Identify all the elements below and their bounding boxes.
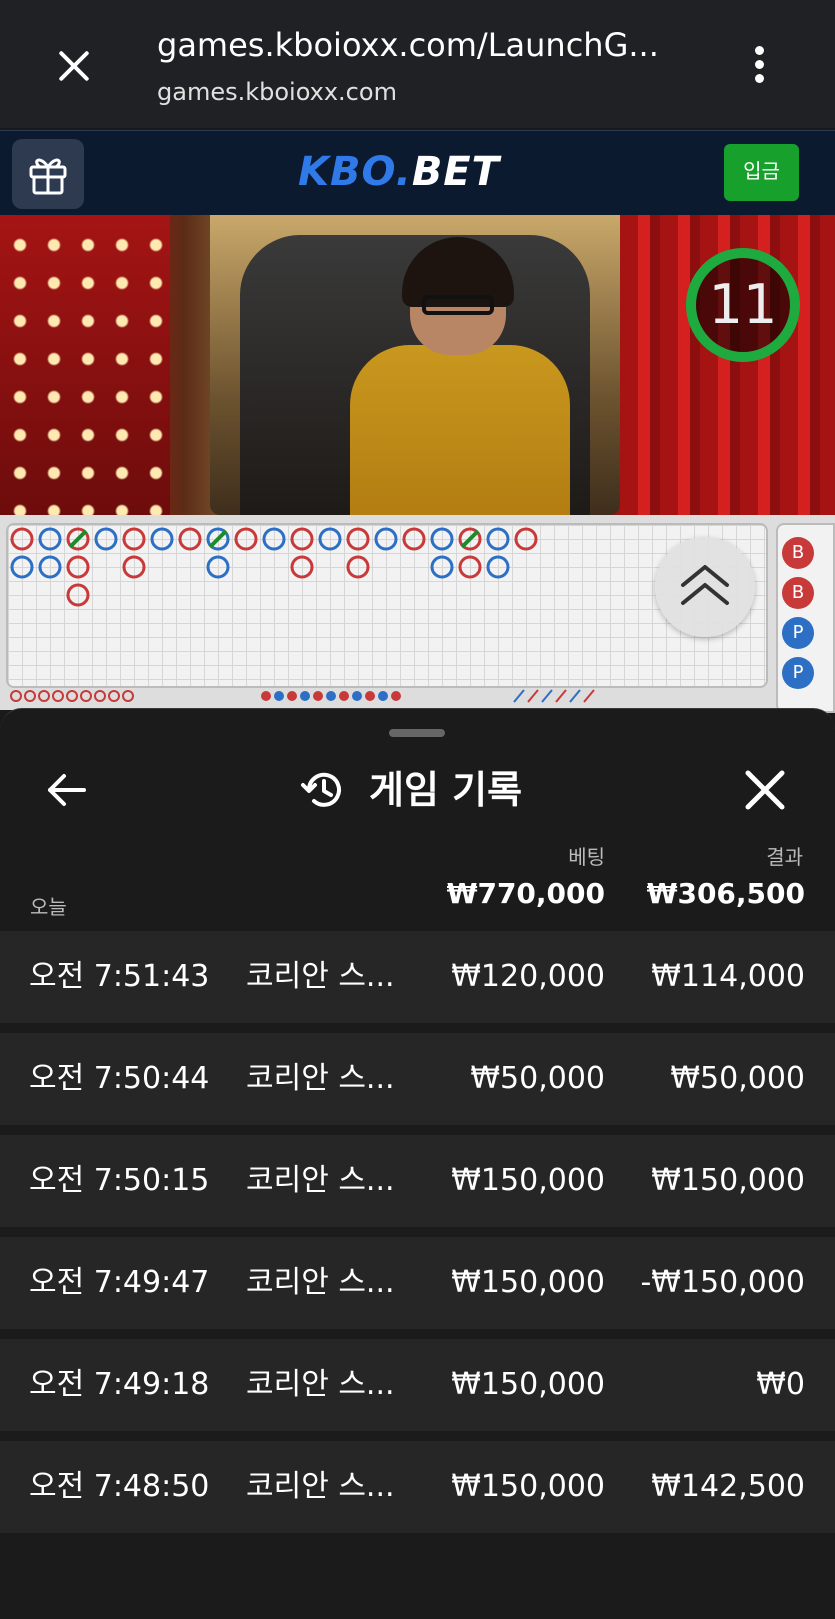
total-bet: ₩770,000 [446, 877, 605, 910]
row-game: 코리안 스... [246, 1265, 395, 1300]
deposit-button[interactable]: 입금 [724, 144, 799, 201]
expand-button[interactable] [655, 537, 755, 637]
row-result: ₩0 [756, 1367, 805, 1402]
row-bet: ₩120,000 [451, 959, 605, 994]
bead-road: B B P P [776, 523, 835, 713]
close-icon[interactable] [44, 36, 104, 96]
bead-banker: B [782, 537, 814, 569]
history-row[interactable]: 오전 7:48:50 코리안 스... ₩150,000 ₩142,500 [0, 1441, 835, 1533]
column-header-bet: 베팅 [568, 845, 605, 869]
row-time: 오전 7:48:50 [29, 1469, 210, 1504]
history-row[interactable]: 오전 7:49:18 코리안 스... ₩150,000 ₩0 [0, 1339, 835, 1431]
row-game: 코리안 스... [246, 1163, 395, 1198]
dealer [230, 215, 690, 515]
row-result: ₩114,000 [651, 959, 805, 994]
history-row[interactable]: 오전 7:50:15 코리안 스... ₩150,000 ₩150,000 [0, 1135, 835, 1227]
timer-value: 11 [708, 273, 778, 336]
row-time: 오전 7:49:18 [29, 1367, 210, 1402]
close-button[interactable] [740, 765, 790, 815]
arrow-left-icon [48, 774, 86, 806]
browser-toolbar: games.kboioxx.com/LaunchG... games.kboio… [0, 0, 835, 128]
bead-player: P [782, 657, 814, 689]
countdown-timer: 11 [686, 248, 800, 362]
logo-bet: BET [411, 149, 500, 195]
more-vert-icon[interactable] [745, 40, 775, 90]
date-group-label: 오늘 [30, 895, 67, 919]
url-title[interactable]: games.kboioxx.com/LaunchG... [157, 26, 659, 64]
row-game: 코리안 스... [246, 1061, 395, 1096]
row-bet: ₩150,000 [451, 1469, 605, 1504]
row-result: ₩142,500 [651, 1469, 805, 1504]
site-logo[interactable]: KBO.BET [298, 149, 500, 195]
big-road-marks [10, 527, 538, 607]
site-header: KBO.BET 입금 [0, 130, 835, 215]
row-time: 오전 7:51:43 [29, 959, 210, 994]
double-chevron-up-icon [681, 565, 729, 605]
sheet-title: 게임 기록 [369, 768, 523, 812]
row-result: ₩50,000 [670, 1061, 805, 1096]
row-time: 오전 7:50:44 [29, 1061, 210, 1096]
gift-icon [29, 158, 67, 195]
bead-player: P [782, 617, 814, 649]
history-row[interactable]: 오전 7:49:47 코리안 스... ₩150,000 -₩150,000 [0, 1237, 835, 1329]
row-time: 오전 7:49:47 [29, 1265, 210, 1300]
row-bet: ₩150,000 [451, 1265, 605, 1300]
column-header-result: 결과 [766, 845, 803, 869]
row-game: 코리안 스... [246, 1469, 395, 1504]
row-bet: ₩150,000 [451, 1367, 605, 1402]
history-list: 오전 7:51:43 코리안 스... ₩120,000 ₩114,000 오전… [0, 931, 835, 1543]
history-row[interactable]: 오전 7:51:43 코리안 스... ₩120,000 ₩114,000 [0, 931, 835, 1023]
row-game: 코리안 스... [246, 959, 395, 994]
row-game: 코리안 스... [246, 1367, 395, 1402]
decor-left [0, 215, 170, 515]
logo-kbo: KBO. [298, 149, 412, 195]
url-domain: games.kboioxx.com [157, 78, 397, 106]
derived-roads [10, 689, 595, 703]
back-button[interactable] [42, 765, 92, 815]
history-row[interactable]: 오전 7:50:44 코리안 스... ₩50,000 ₩50,000 [0, 1033, 835, 1125]
row-bet: ₩150,000 [451, 1163, 605, 1198]
game-history-sheet: 게임 기록 베팅 결과 오늘 ₩770,000 ₩306,500 오전 7:51… [0, 708, 835, 1619]
close-icon [745, 770, 785, 810]
gift-button[interactable] [12, 139, 84, 209]
row-result: ₩150,000 [651, 1163, 805, 1198]
history-icon [301, 772, 341, 807]
row-time: 오전 7:50:15 [29, 1163, 210, 1198]
drag-handle[interactable] [389, 729, 445, 737]
row-bet: ₩50,000 [470, 1061, 605, 1096]
big-road [6, 523, 768, 688]
bead-banker: B [782, 577, 814, 609]
row-result: -₩150,000 [640, 1265, 805, 1300]
total-result: ₩306,500 [646, 877, 805, 910]
